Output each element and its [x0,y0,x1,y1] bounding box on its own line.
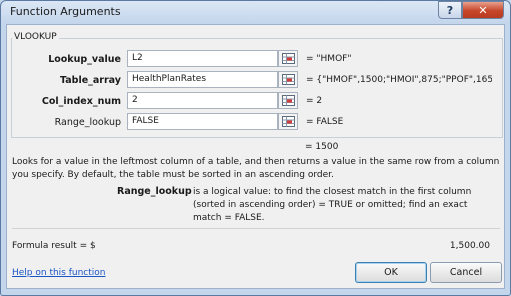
arg-help-name: Range_lookup [117,186,192,197]
lookup-value-result: = "HMOF" [306,54,352,64]
function-result: = 1500 [305,142,339,152]
arg-label-col-index-num: Col_index_num [41,96,121,107]
function-name: VLOOKUP [12,32,59,42]
arg-help-text: is a logical value: to find the closest … [193,187,472,223]
range-select-icon [281,116,295,127]
formula-result-value: 1,500.00 [449,241,490,251]
arg-label-lookup-value: Lookup_value [48,54,121,65]
range-select-icon [281,95,295,106]
formula-result-label: Formula result = $ [12,241,96,251]
question-mark-icon: ? [446,3,454,17]
close-icon: ✕ [478,3,488,17]
table-array-input[interactable]: HealthPlanRates [127,71,278,88]
range-lookup-result: = FALSE [306,117,344,127]
col-index-num-input[interactable]: 2 [127,92,278,109]
help-button[interactable]: ? [438,1,462,19]
dialog-title: Function Arguments [10,5,121,18]
help-on-function-link[interactable]: Help on this function [12,268,106,278]
lookup-value-ref-button[interactable] [278,50,298,67]
arg-label-range-lookup: Range_lookup [54,117,121,128]
arg-label-table-array: Table_array [59,75,121,86]
table-array-ref-button[interactable] [278,71,298,88]
function-description: Looks for a value in the leftmost column… [12,157,500,180]
col-index-num-ref-button[interactable] [278,92,298,109]
range-select-icon [281,53,295,64]
lookup-value-input[interactable]: L2 [127,50,278,67]
table-array-result: = {"HMOF",1500;"HMOI",875;"PPOF",165 [306,75,492,85]
close-button[interactable]: ✕ [462,1,504,19]
cancel-button[interactable]: Cancel [430,262,502,283]
col-index-num-result: = 2 [306,96,323,106]
range-lookup-input[interactable]: FALSE [127,113,278,130]
divider [12,228,500,229]
range-select-icon [281,74,295,85]
ok-button[interactable]: OK [355,262,427,283]
range-lookup-ref-button[interactable] [278,113,298,130]
